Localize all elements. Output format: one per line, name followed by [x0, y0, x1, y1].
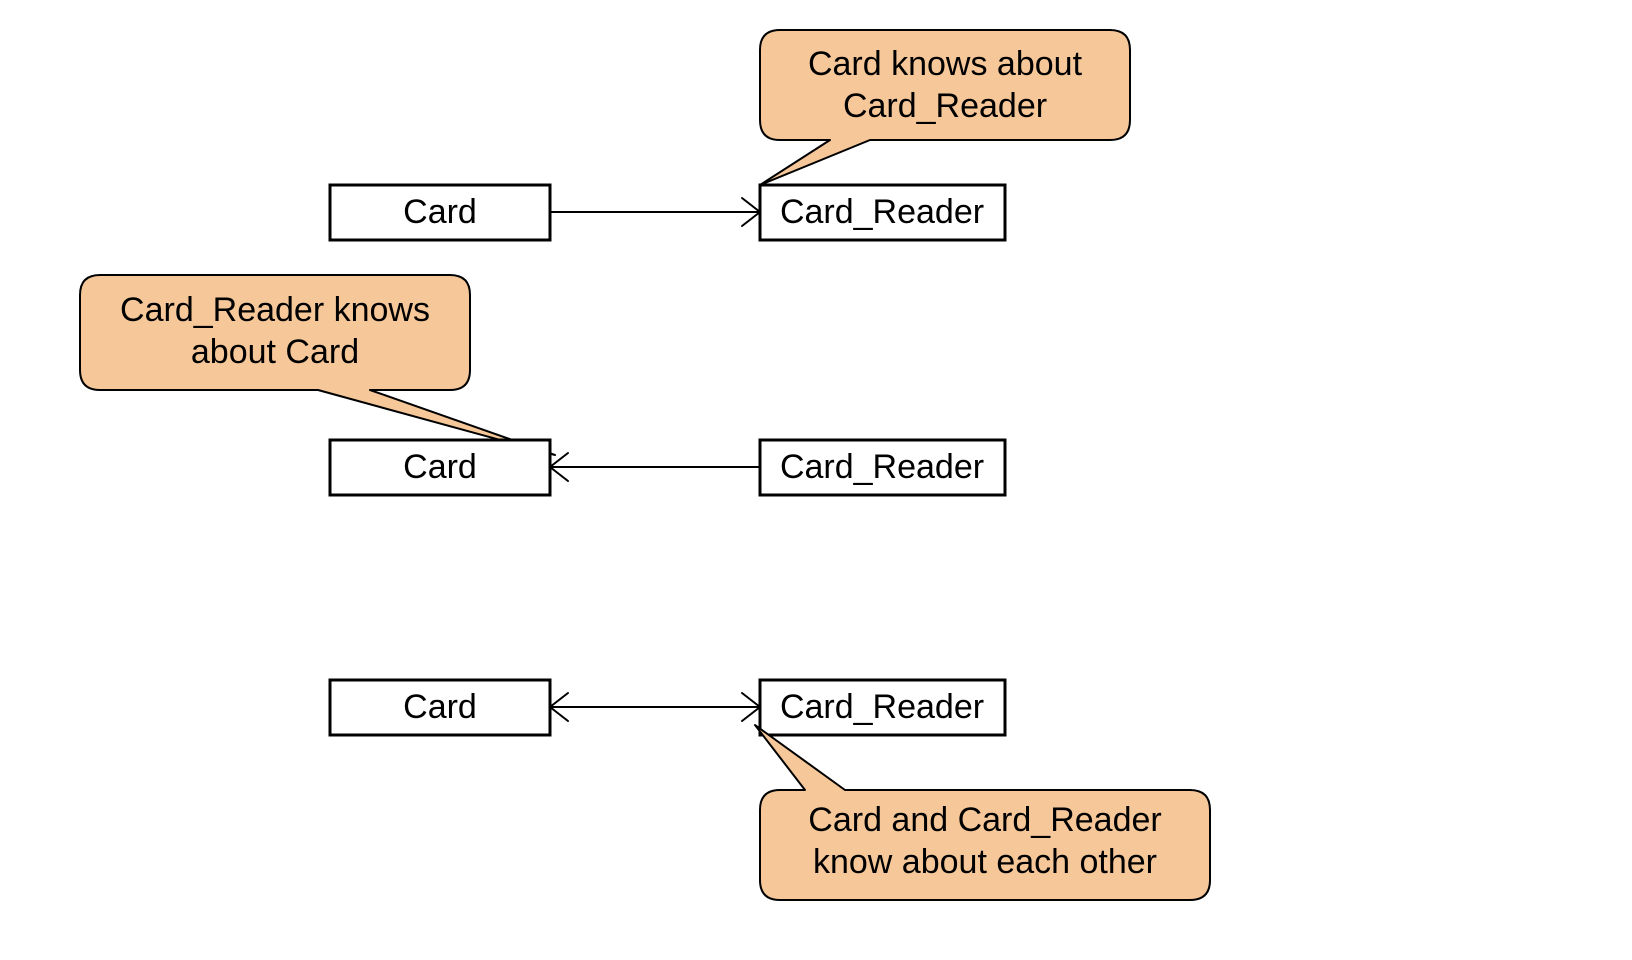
callout-text-line2: Card_Reader [843, 87, 1047, 125]
class-box-card-row3: Card [330, 680, 550, 735]
class-label: Card [403, 448, 477, 486]
class-label: Card_Reader [780, 448, 984, 486]
uml-association-diagram: Card knows about Card_Reader Card Card_R… [0, 0, 1632, 960]
callout-both-know: Card and Card_Reader know about each oth… [755, 725, 1210, 900]
class-box-cardreader-row1: Card_Reader [760, 185, 1005, 240]
association-arrow-right [550, 198, 760, 226]
class-label: Card [403, 688, 477, 726]
callout-text-line1: Card knows about [808, 45, 1083, 83]
association-arrow-both [550, 693, 760, 721]
class-box-cardreader-row3: Card_Reader [760, 680, 1005, 735]
class-label: Card_Reader [780, 688, 984, 726]
callout-reader-knows-card: Card_Reader knows about Card [80, 275, 555, 455]
association-arrow-left [550, 453, 760, 481]
class-box-card-row2: Card [330, 440, 550, 495]
class-label: Card [403, 193, 477, 231]
class-label: Card_Reader [780, 193, 984, 231]
callout-text-line1: Card and Card_Reader [808, 801, 1161, 839]
callout-text-line2: know about each other [813, 843, 1157, 881]
class-box-cardreader-row2: Card_Reader [760, 440, 1005, 495]
class-box-card-row1: Card [330, 185, 550, 240]
callout-text-line1: Card_Reader knows [120, 291, 430, 329]
callout-card-knows-reader: Card knows about Card_Reader [760, 30, 1130, 185]
callout-text-line2: about Card [191, 333, 359, 371]
